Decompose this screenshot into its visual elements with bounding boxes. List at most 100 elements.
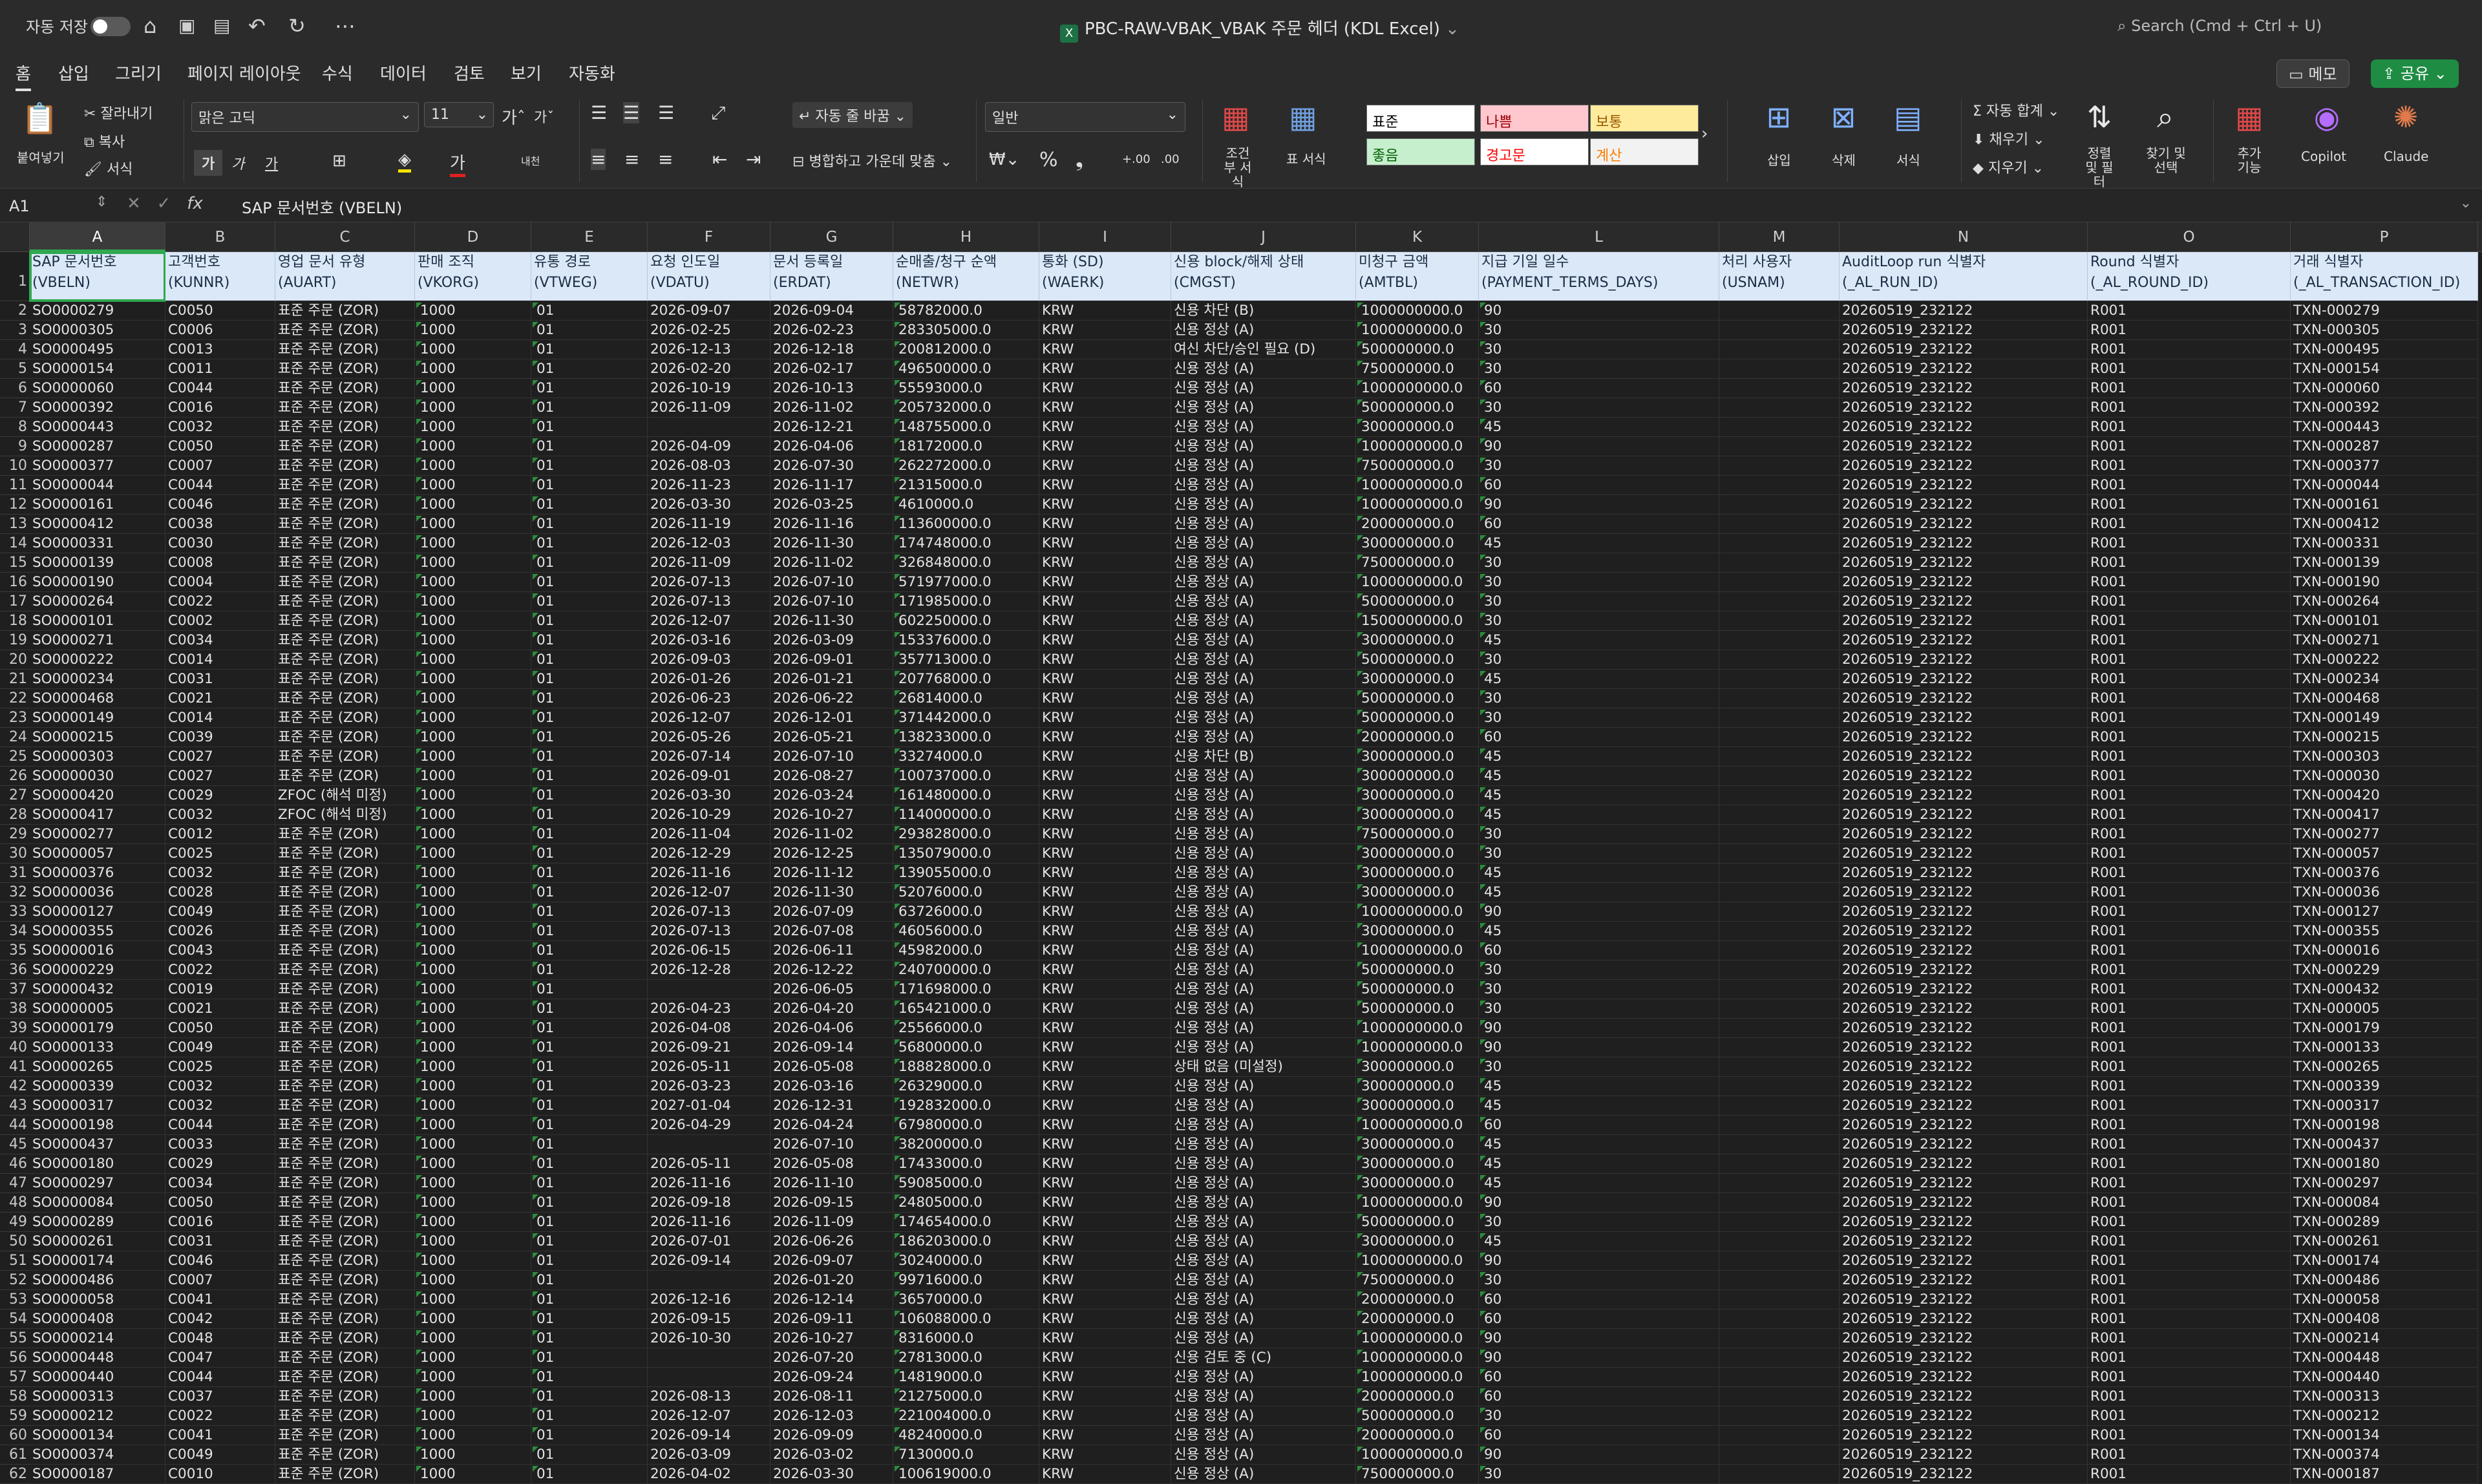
table-cell[interactable]: R001 xyxy=(2088,514,2291,534)
table-cell[interactable]: 표준 주문 (ZOR) xyxy=(275,1213,415,1232)
table-cell[interactable]: KRW xyxy=(1039,922,1171,941)
table-cell[interactable]: TXN-000417 xyxy=(2291,805,2478,825)
table-cell[interactable]: R001 xyxy=(2088,1406,2291,1426)
table-cell[interactable]: 01 xyxy=(531,1271,648,1290)
table-cell[interactable]: TXN-000437 xyxy=(2291,1135,2478,1154)
table-cell[interactable]: 2026-08-27 xyxy=(770,767,893,786)
table-cell[interactable]: 1000 xyxy=(415,689,531,708)
table-cell[interactable]: C0007 xyxy=(165,456,275,476)
table-cell[interactable]: 2026-03-30 xyxy=(648,786,770,805)
table-cell[interactable]: 63726000.0 xyxy=(893,902,1039,922)
table-cell[interactable]: 1000 xyxy=(415,398,531,418)
table-cell[interactable]: 01 xyxy=(531,1174,648,1193)
table-cell[interactable]: KRW xyxy=(1039,941,1171,960)
table-cell[interactable]: KRW xyxy=(1039,1019,1171,1038)
tab-page-layout[interactable]: 페이지 레이아웃 xyxy=(187,61,301,85)
table-cell[interactable] xyxy=(1719,864,1840,883)
table-cell[interactable]: 20260519_232122 xyxy=(1840,1057,2088,1077)
table-cell[interactable]: C0034 xyxy=(165,1174,275,1193)
table-cell[interactable]: 2026-11-10 xyxy=(770,1174,893,1193)
table-cell[interactable]: 신용 정상 (A) xyxy=(1171,1038,1356,1057)
delete-cells-icon[interactable]: ⊠ xyxy=(1818,100,1869,134)
table-cell[interactable]: TXN-000016 xyxy=(2291,941,2478,960)
table-cell[interactable]: 표준 주문 (ZOR) xyxy=(275,456,415,476)
column-header[interactable]: M xyxy=(1719,222,1840,252)
table-cell[interactable]: TXN-000133 xyxy=(2291,1038,2478,1057)
save-icon[interactable]: ▣ xyxy=(178,13,195,39)
table-cell[interactable]: TXN-000057 xyxy=(2291,844,2478,864)
table-cell[interactable]: 500000000.0 xyxy=(1356,960,1479,980)
table-cell[interactable]: 200000000.0 xyxy=(1356,728,1479,747)
table-cell[interactable]: 표준 주문 (ZOR) xyxy=(275,767,415,786)
table-cell[interactable]: 1000 xyxy=(415,418,531,437)
table-cell[interactable]: 신용 정상 (A) xyxy=(1171,902,1356,922)
table-cell[interactable]: 표준 주문 (ZOR) xyxy=(275,670,415,689)
table-cell[interactable]: 1000 xyxy=(415,1135,531,1154)
table-cell[interactable]: 표준 주문 (ZOR) xyxy=(275,1057,415,1077)
table-cell[interactable]: 300000000.0 xyxy=(1356,1232,1479,1251)
table-cell[interactable]: 01 xyxy=(531,1426,648,1445)
font-size-select[interactable]: 11 ⌄ xyxy=(424,102,494,127)
table-cell[interactable] xyxy=(1719,592,1840,611)
table-cell[interactable]: 01 xyxy=(531,1309,648,1329)
table-cell[interactable]: 17433000.0 xyxy=(893,1154,1039,1174)
table-cell[interactable]: R001 xyxy=(2088,553,2291,573)
row-header[interactable]: 41 xyxy=(0,1057,30,1077)
table-cell[interactable]: TXN-000060 xyxy=(2291,379,2478,398)
table-cell[interactable]: 01 xyxy=(531,321,648,340)
table-cell[interactable] xyxy=(1719,999,1840,1019)
table-cell[interactable]: SO0000297 xyxy=(30,1174,165,1193)
table-cell[interactable]: 2026-09-11 xyxy=(770,1309,893,1329)
align-bottom-icon[interactable]: ☰ xyxy=(658,102,674,123)
row-header[interactable]: 27 xyxy=(0,786,30,805)
table-cell[interactable]: 표준 주문 (ZOR) xyxy=(275,514,415,534)
table-cell[interactable]: SO0000277 xyxy=(30,825,165,844)
column-header[interactable]: C xyxy=(275,222,415,252)
table-cell[interactable]: 45 xyxy=(1479,1154,1719,1174)
find-icon[interactable]: ⌕ xyxy=(2139,100,2191,134)
table-cell[interactable]: 59085000.0 xyxy=(893,1174,1039,1193)
table-cell[interactable]: R001 xyxy=(2088,1077,2291,1096)
table-cell[interactable]: SO0000058 xyxy=(30,1290,165,1309)
table-cell[interactable]: 20260519_232122 xyxy=(1840,398,2088,418)
align-middle-icon[interactable]: ☰ xyxy=(623,102,640,123)
column-title-cell[interactable]: 판매 조직 (VKORG) xyxy=(415,252,531,301)
table-cell[interactable]: 표준 주문 (ZOR) xyxy=(275,728,415,747)
table-cell[interactable]: C0021 xyxy=(165,999,275,1019)
row-header[interactable]: 34 xyxy=(0,922,30,941)
table-cell[interactable]: 2026-11-02 xyxy=(770,553,893,573)
table-cell[interactable]: 750000000.0 xyxy=(1356,1465,1479,1484)
table-cell[interactable]: 2026-07-30 xyxy=(770,456,893,476)
table-cell[interactable]: 200812000.0 xyxy=(893,340,1039,359)
table-cell[interactable]: C0031 xyxy=(165,670,275,689)
table-cell[interactable]: SO0000289 xyxy=(30,1213,165,1232)
table-cell[interactable]: 60 xyxy=(1479,1426,1719,1445)
table-cell[interactable]: SO0000005 xyxy=(30,999,165,1019)
table-cell[interactable]: KRW xyxy=(1039,321,1171,340)
format-cells-icon[interactable]: ▤ xyxy=(1882,100,1934,134)
row-header[interactable]: 37 xyxy=(0,980,30,999)
table-cell[interactable]: 106088000.0 xyxy=(893,1309,1039,1329)
table-cell[interactable]: KRW xyxy=(1039,1368,1171,1387)
table-cell[interactable]: KRW xyxy=(1039,437,1171,456)
table-cell[interactable]: 300000000.0 xyxy=(1356,1174,1479,1193)
table-cell[interactable]: SO0000215 xyxy=(30,728,165,747)
table-cell[interactable]: 01 xyxy=(531,476,648,495)
table-cell[interactable]: 2026-03-24 xyxy=(770,786,893,805)
search-box[interactable]: ⌕ Search (Cmd + Ctrl + U) xyxy=(2117,17,2322,35)
table-cell[interactable]: C0012 xyxy=(165,825,275,844)
align-top-icon[interactable]: ☰ xyxy=(591,102,607,123)
table-cell[interactable]: 2026-05-08 xyxy=(770,1057,893,1077)
table-cell[interactable]: 2026-12-13 xyxy=(648,340,770,359)
tab-review[interactable]: 검토 xyxy=(454,61,485,85)
table-cell[interactable]: 2026-07-20 xyxy=(770,1348,893,1368)
row-header[interactable]: 18 xyxy=(0,611,30,631)
table-cell[interactable]: C0037 xyxy=(165,1387,275,1406)
table-cell[interactable]: SO0000149 xyxy=(30,708,165,728)
table-cell[interactable]: 45 xyxy=(1479,1232,1719,1251)
table-cell[interactable]: 2026-11-09 xyxy=(770,1213,893,1232)
copilot-icon[interactable]: ◉ xyxy=(2301,100,2353,134)
table-cell[interactable]: 1000 xyxy=(415,1329,531,1348)
table-cell[interactable]: 신용 정상 (A) xyxy=(1171,1116,1356,1135)
table-cell[interactable]: 30 xyxy=(1479,980,1719,999)
